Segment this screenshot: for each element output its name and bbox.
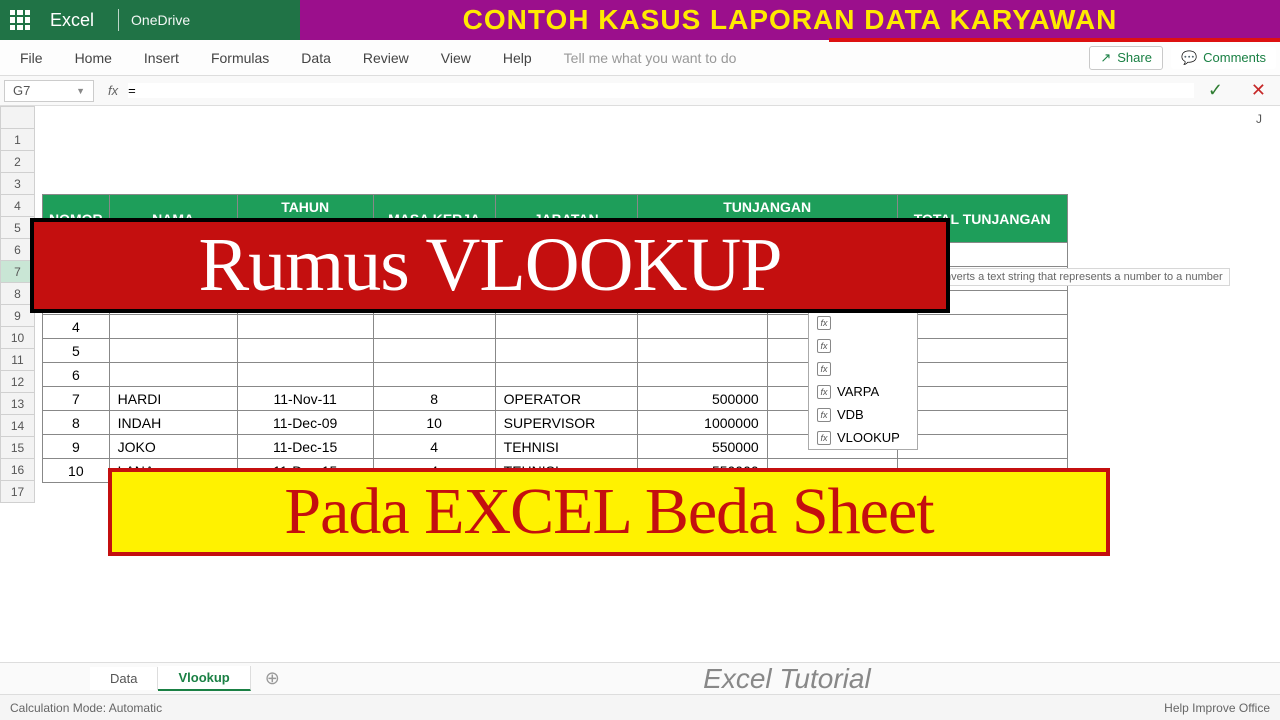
formula-input[interactable]: = <box>128 83 1194 98</box>
tab-help[interactable]: Help <box>487 40 548 76</box>
name-box-value: G7 <box>13 83 30 98</box>
formula-bar: G7 ▼ fx = ✓ ✕ <box>0 76 1280 106</box>
row-header[interactable]: 16 <box>1 459 35 481</box>
tutorial-watermark: Excel Tutorial <box>294 663 1280 695</box>
comments-icon: 💬 <box>1181 50 1197 66</box>
tab-review[interactable]: Review <box>347 40 425 76</box>
video-title-banner: CONTOH KASUS LAPORAN DATA KARYAWAN <box>300 0 1280 40</box>
tab-file[interactable]: File <box>4 40 59 76</box>
status-calc-mode: Calculation Mode: Automatic <box>10 701 162 715</box>
add-sheet-button[interactable]: ⊕ <box>251 668 294 689</box>
autocomplete-item[interactable]: fxVLOOKUP <box>809 426 917 449</box>
ribbon: File Home Insert Formulas Data Review Vi… <box>0 40 1280 76</box>
th-tahun: TAHUN <box>237 195 373 219</box>
fx-icon: fx <box>817 362 831 376</box>
row-header[interactable]: 13 <box>1 393 35 415</box>
row-header[interactable]: 11 <box>1 349 35 371</box>
fx-icon[interactable]: fx <box>98 83 128 98</box>
tell-me[interactable]: Tell me what you want to do <box>548 40 753 76</box>
name-box[interactable]: G7 ▼ <box>4 80 94 102</box>
select-all-corner[interactable] <box>1 107 35 129</box>
share-label: Share <box>1117 50 1152 65</box>
app-launcher-icon[interactable] <box>10 10 30 30</box>
sheet-tabs: Data Vlookup ⊕ Excel Tutorial <box>0 662 1280 694</box>
row-header[interactable]: 15 <box>1 437 35 459</box>
divider <box>118 9 119 31</box>
app-subtitle: OneDrive <box>131 12 190 28</box>
tab-view[interactable]: View <box>425 40 487 76</box>
fx-icon: fx <box>817 408 831 422</box>
fx-icon: fx <box>817 431 831 445</box>
autocomplete-tooltip: Converts a text string that represents a… <box>924 268 1230 286</box>
overlay-text-1: Rumus VLOOKUP <box>198 222 781 309</box>
row-header[interactable]: 14 <box>1 415 35 437</box>
share-icon: ↗ <box>1100 50 1111 66</box>
row-header[interactable]: 3 <box>1 173 35 195</box>
autocomplete-item[interactable]: fx <box>809 334 917 357</box>
fx-icon: fx <box>817 316 831 330</box>
titlebar-left: Excel OneDrive <box>0 0 300 40</box>
cancel-icon[interactable]: ✕ <box>1237 80 1280 101</box>
sheet-tab-data[interactable]: Data <box>90 667 158 690</box>
tab-formulas[interactable]: Formulas <box>195 40 285 76</box>
autocomplete-item[interactable]: fxVARPA <box>809 380 917 403</box>
sheet-tab-vlookup[interactable]: Vlookup <box>158 666 250 691</box>
comments-label: Comments <box>1203 50 1266 65</box>
autocomplete-item[interactable]: fxVDB <box>809 403 917 426</box>
tab-insert[interactable]: Insert <box>128 40 195 76</box>
worksheet-grid[interactable]: J 1 2 3 4 5 6 7 8 9 10 11 12 13 14 15 16… <box>0 106 1280 662</box>
tab-data[interactable]: Data <box>285 40 347 76</box>
chevron-down-icon[interactable]: ▼ <box>76 86 85 96</box>
overlay-banner-1: Rumus VLOOKUP <box>30 218 950 313</box>
tab-home[interactable]: Home <box>59 40 128 76</box>
status-help[interactable]: Help Improve Office <box>1164 701 1270 715</box>
th-tunjangan: TUNJANGAN <box>637 195 897 219</box>
video-title-text: CONTOH KASUS LAPORAN DATA KARYAWAN <box>463 4 1118 36</box>
fx-icon: fx <box>817 385 831 399</box>
autocomplete-item[interactable]: fx <box>809 357 917 380</box>
app-name: Excel <box>50 10 94 31</box>
overlay-banner-2: Pada EXCEL Beda Sheet <box>108 468 1110 556</box>
row-header[interactable]: 4 <box>1 195 35 217</box>
autocomplete-item[interactable]: fx <box>809 311 917 334</box>
row-header[interactable]: 1 <box>1 129 35 151</box>
accept-icon[interactable]: ✓ <box>1194 80 1237 101</box>
row-header[interactable]: 12 <box>1 371 35 393</box>
status-bar: Calculation Mode: Automatic Help Improve… <box>0 694 1280 720</box>
overlay-text-2: Pada EXCEL Beda Sheet <box>284 474 933 550</box>
share-button[interactable]: ↗ Share <box>1089 46 1163 70</box>
comments-button[interactable]: 💬 Comments <box>1171 47 1276 69</box>
row-header[interactable]: 10 <box>1 327 35 349</box>
col-header-j[interactable]: J <box>1256 112 1262 126</box>
row-header[interactable]: 2 <box>1 151 35 173</box>
row-header[interactable]: 17 <box>1 481 35 503</box>
fx-icon: fx <box>817 339 831 353</box>
